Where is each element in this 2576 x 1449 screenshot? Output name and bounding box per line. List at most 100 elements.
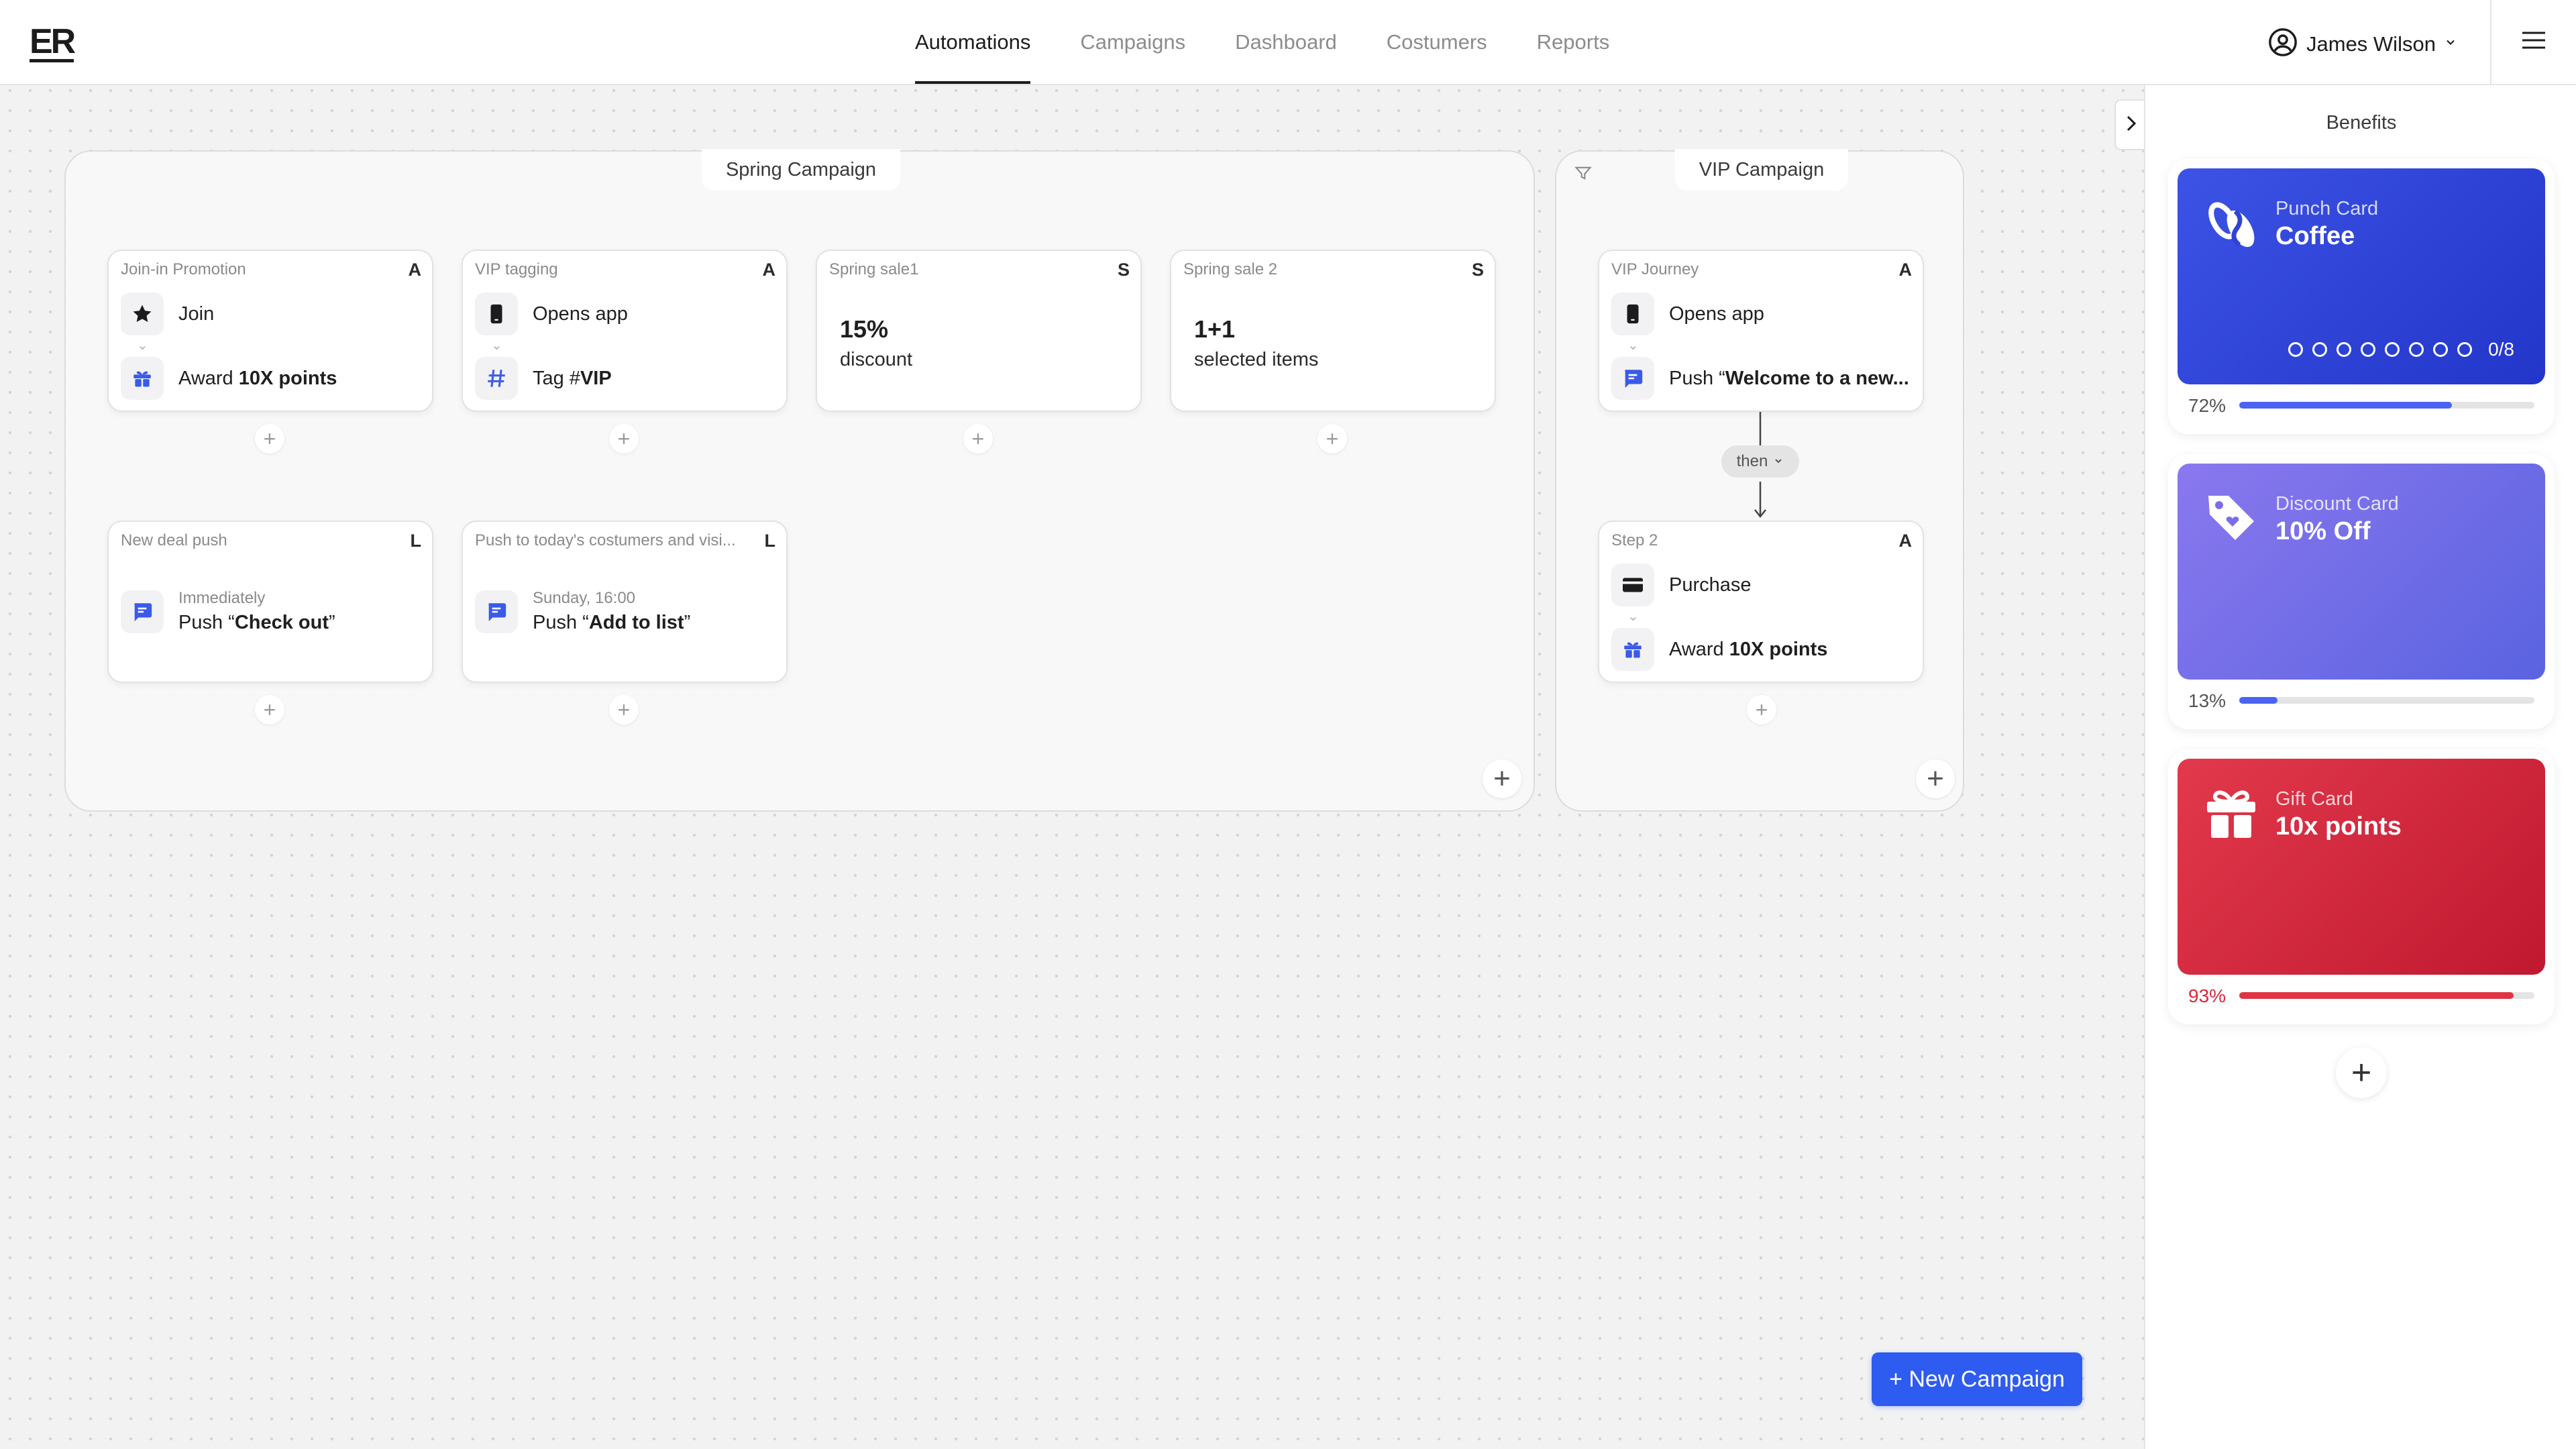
benefit-type: Gift Card (2275, 788, 2354, 810)
trigger-label: Join (178, 303, 215, 325)
chevron-down-icon (2444, 36, 2457, 52)
add-step-button[interactable]: + (609, 424, 639, 453)
action-value: 10X points (1729, 638, 1828, 660)
usage-progress-fill (2239, 402, 2452, 409)
punch-dot (2385, 342, 2400, 357)
trigger-row: Opens app (1611, 292, 1764, 335)
card-title: Push to today's costumers and visi... (475, 531, 736, 549)
main-nav: Automations Campaigns Dashboard Costumer… (915, 0, 1609, 84)
trigger-label: Opens app (533, 303, 628, 325)
push-card-new-deal[interactable]: New deal push L Immediately Push “Check … (107, 521, 433, 683)
sale-value: 1+1 (1194, 315, 1236, 343)
automation-card-step-2[interactable]: Step 2 A Purchase ⌄ Award 10X points (1598, 521, 1924, 683)
then-connector-pill[interactable]: then (1721, 445, 1799, 478)
new-campaign-button[interactable]: + New Campaign (1872, 1352, 2082, 1406)
vip-campaign-title[interactable]: VIP Campaign (1674, 149, 1849, 191)
action-label: Award (178, 367, 239, 389)
usage-percent: 13% (2188, 690, 2226, 711)
top-bar: ER Automations Campaigns Dashboard Costu… (0, 0, 2576, 85)
user-menu[interactable]: James Wilson (2267, 27, 2457, 61)
benefit-card-punch[interactable]: Punch Card Coffee 0/8 72% (2168, 159, 2555, 434)
card-title: Join-in Promotion (121, 260, 246, 278)
star-icon (121, 292, 164, 335)
card-type-badge: S (1117, 260, 1130, 280)
gift-icon (2203, 784, 2259, 844)
trigger-row: Opens app (475, 292, 628, 335)
benefit-card-face: Gift Card 10x points (2178, 759, 2545, 975)
trigger-row: Join (121, 292, 214, 335)
chevron-down-icon: ⌄ (137, 338, 148, 353)
punch-count: 0/8 (2488, 339, 2514, 360)
sale-card-spring-sale1[interactable]: Spring sale1 S 15% discount (816, 250, 1142, 412)
nav-tab-reports[interactable]: Reports (1537, 0, 1610, 84)
push-label: Push “ (533, 612, 589, 633)
add-step-button[interactable]: + (609, 695, 639, 724)
add-step-button[interactable]: + (1318, 424, 1347, 453)
spring-campaign-title[interactable]: Spring Campaign (701, 149, 901, 191)
card-title: VIP tagging (475, 260, 558, 278)
automation-card-vip-tagging[interactable]: VIP tagging A Opens app ⌄ Tag #VIP (462, 250, 788, 412)
benefits-sidebar: Benefits Punch Card Coffee 0/8 72% Disco… (2144, 85, 2576, 1449)
action-row: Push “Welcome to a new... (1611, 357, 1909, 400)
coffee-icon (2203, 194, 2262, 256)
chevron-down-icon: ⌄ (1627, 338, 1639, 353)
menu-button[interactable] (2490, 0, 2576, 84)
usage-progress-bar (2239, 992, 2534, 999)
add-automation-button[interactable]: + (1916, 759, 1955, 798)
action-label: Tag # (533, 367, 580, 389)
phone-icon (1611, 292, 1654, 335)
automation-card-join-in[interactable]: Join-in Promotion A Join ⌄ Award 10X poi… (107, 250, 433, 412)
action-value: VIP (580, 367, 612, 389)
sale-value: 15% (840, 315, 889, 343)
add-step-button[interactable]: + (255, 695, 284, 724)
punch-dot (2409, 342, 2424, 357)
punch-dot (2337, 342, 2352, 357)
usage-progress-bar (2239, 697, 2534, 704)
chevron-down-icon: ⌄ (1627, 609, 1639, 624)
menu-icon (2521, 30, 2546, 54)
usage-percent: 93% (2188, 985, 2226, 1006)
sale-card-spring-sale2[interactable]: Spring sale 2 S 1+1 selected items (1170, 250, 1496, 412)
user-circle-icon (2267, 27, 2298, 61)
action-row: Tag #VIP (475, 357, 612, 400)
nav-tab-automations[interactable]: Automations (915, 0, 1031, 84)
filter-icon[interactable] (1574, 164, 1593, 186)
automation-card-vip-journey[interactable]: VIP Journey A Opens app ⌄ Push “Welcome … (1598, 250, 1924, 412)
push-timing: Sunday, 16:00 (533, 589, 636, 607)
benefit-card-discount[interactable]: Discount Card 10% Off 13% (2168, 454, 2555, 729)
benefit-type: Punch Card (2275, 198, 2379, 219)
app-logo[interactable]: ER (30, 24, 76, 62)
add-automation-button[interactable]: + (1483, 759, 1521, 798)
hash-icon (475, 357, 518, 400)
tag-icon (2203, 489, 2259, 549)
action-value: 10X points (238, 367, 337, 389)
punch-dot (2457, 342, 2473, 357)
add-benefit-button[interactable]: + (2336, 1047, 2387, 1098)
chat-icon (475, 590, 518, 633)
card-title: New deal push (121, 531, 227, 549)
push-card-todays-costumers[interactable]: Push to today's costumers and visi... L … (462, 521, 788, 683)
nav-tab-dashboard[interactable]: Dashboard (1235, 0, 1337, 84)
card-title: Spring sale 2 (1183, 260, 1278, 278)
collapse-sidebar-button[interactable] (2114, 99, 2147, 150)
nav-tab-campaigns[interactable]: Campaigns (1080, 0, 1185, 84)
benefit-card-gift[interactable]: Gift Card 10x points 93% (2168, 749, 2555, 1024)
chat-icon (121, 590, 164, 633)
add-step-button[interactable]: + (255, 424, 284, 453)
card-title: Step 2 (1611, 531, 1658, 549)
usage-progress-fill (2239, 992, 2514, 999)
push-message: Add to list (588, 612, 684, 633)
benefit-name: 10% Off (2275, 517, 2371, 545)
add-step-button[interactable]: + (963, 424, 993, 453)
trigger-row: Purchase (1611, 564, 1752, 606)
push-timing: Immediately (178, 589, 266, 607)
punch-dot (2312, 342, 2328, 357)
benefit-name: 10x points (2275, 812, 2402, 841)
add-step-button[interactable]: + (1747, 695, 1776, 724)
trigger-label: Opens app (1669, 303, 1764, 325)
push-row: Immediately Push “Check out” (121, 589, 335, 634)
push-quote-end: ” (684, 612, 691, 633)
card-icon (1611, 564, 1654, 606)
nav-tab-costumers[interactable]: Costumers (1387, 0, 1487, 84)
card-type-badge: A (1898, 260, 1913, 280)
